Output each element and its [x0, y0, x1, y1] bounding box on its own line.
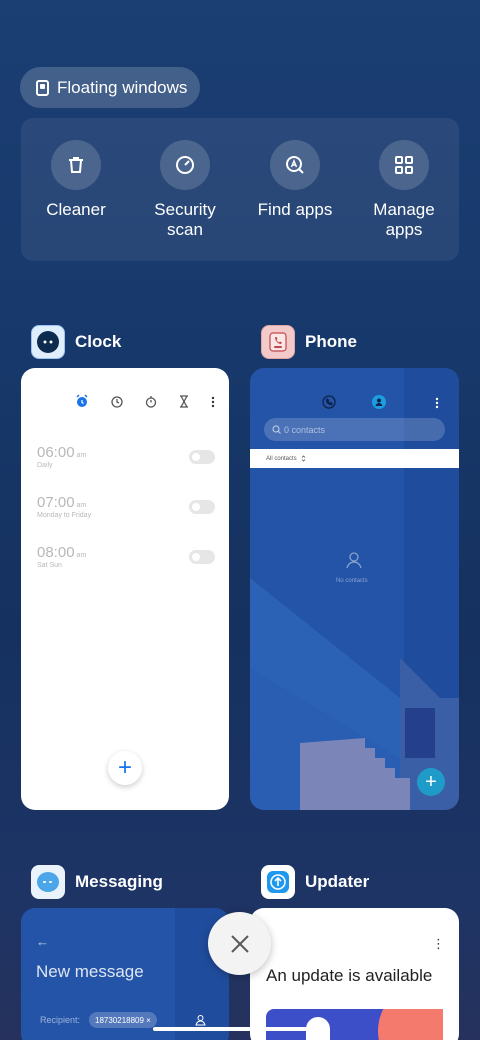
contacts-filter-bar[interactable]: All contacts [250, 449, 459, 468]
floating-window-icon [36, 79, 49, 96]
phone-app-header[interactable]: Phone [261, 325, 357, 359]
alarm-toggle[interactable] [189, 450, 215, 464]
alarm-toggle[interactable] [189, 550, 215, 564]
alarm-time: 06:00 [37, 444, 75, 461]
search-icon [272, 425, 281, 434]
new-message-title: New message [36, 962, 144, 981]
cleaner-label: Cleaner [46, 200, 106, 219]
updater-app-card[interactable]: ⋮ An update is available [250, 908, 459, 1040]
find-apps-icon [270, 140, 320, 190]
updater-app-header[interactable]: Updater [261, 865, 369, 899]
alarm-ampm: am [76, 552, 87, 559]
security-scan-label: Security scan [154, 200, 216, 239]
floating-windows-button[interactable]: Floating windows [20, 67, 200, 108]
close-icon [230, 934, 249, 953]
timer-icon[interactable] [179, 394, 189, 413]
alarm-row[interactable]: 06:00 am Daily [37, 444, 215, 469]
alarm-repeat: Daily [37, 462, 53, 469]
add-alarm-button[interactable]: + [108, 751, 142, 785]
alarm-ampm: am [76, 502, 87, 509]
phone-app-icon [261, 325, 295, 359]
updater-app-icon [261, 865, 295, 899]
messaging-app-header[interactable]: Messaging [31, 865, 163, 899]
clock-app-card[interactable]: 06:00 am Daily 07:00 am Monday to Friday 0… [21, 368, 229, 810]
update-available-title: An update is available [266, 966, 433, 985]
alarm-row[interactable]: 07:00 am Monday to Friday [37, 494, 215, 519]
updater-app-name: Updater [305, 872, 370, 891]
call-tab-icon[interactable] [322, 395, 336, 414]
stopwatch-icon[interactable] [145, 395, 157, 413]
more-icon[interactable] [435, 396, 439, 414]
contacts-tab-icon[interactable] [372, 395, 386, 414]
floating-windows-label: Floating windows [57, 77, 188, 97]
clock-app-name: Clock [75, 332, 122, 351]
clock-app-header[interactable]: Clock [31, 325, 121, 359]
contacts-search-placeholder: 0 contacts [284, 424, 326, 435]
messaging-app-icon [31, 865, 65, 899]
security-scan-icon [160, 140, 210, 190]
grid-icon [379, 140, 429, 190]
quick-actions-panel: Cleaner Security scan Find apps Manage a… [21, 118, 459, 261]
find-apps-label: Find apps [257, 200, 333, 219]
back-arrow-icon[interactable]: ← [36, 934, 49, 949]
clock-app-icon [31, 325, 65, 359]
more-icon[interactable] [211, 395, 215, 413]
recipient-chip[interactable]: 18730218809 × [89, 1012, 157, 1028]
find-apps-button[interactable]: Find apps [240, 140, 350, 220]
no-contacts-text: No contacts [336, 578, 368, 584]
alarm-row[interactable]: 08:00 am Sat Sun [37, 544, 215, 569]
messaging-app-card[interactable]: ← New message Recipient: 18730218809 × [21, 908, 229, 1040]
update-banner-graphic [266, 1009, 443, 1040]
alarm-ampm: am [76, 452, 87, 459]
alarm-time: 08:00 [37, 544, 75, 561]
world-clock-icon[interactable] [111, 395, 123, 413]
person-icon [346, 552, 362, 569]
contacts-filter-label: All contacts [266, 455, 297, 462]
alarm-toggle[interactable] [189, 500, 215, 514]
alarm-time: 07:00 [37, 494, 75, 511]
manage-apps-button[interactable]: Manage apps [349, 140, 459, 240]
alarm-icon[interactable] [75, 394, 89, 413]
more-icon[interactable]: ⋮ [432, 936, 445, 952]
recipient-label: Recipient: [40, 1015, 81, 1025]
alarm-repeat: Monday to Friday [37, 512, 92, 519]
contact-picker-icon[interactable] [195, 1014, 206, 1026]
alarm-repeat: Sat Sun [37, 562, 62, 569]
manage-apps-label: Manage apps [373, 200, 435, 239]
close-all-button[interactable] [208, 912, 271, 975]
messaging-app-name: Messaging [75, 872, 163, 891]
security-scan-button[interactable]: Security scan [130, 140, 240, 240]
clock-tab-bar [75, 394, 215, 413]
cleaner-button[interactable]: Cleaner [21, 140, 131, 220]
sort-icon [301, 455, 305, 462]
phone-app-name: Phone [305, 332, 357, 351]
add-contact-button[interactable]: + [417, 768, 445, 796]
phone-app-card[interactable]: 0 contacts All contacts No contacts + [250, 368, 459, 810]
contacts-search-input[interactable]: 0 contacts [264, 418, 445, 441]
home-indicator[interactable] [153, 1027, 329, 1031]
trash-icon [51, 140, 101, 190]
